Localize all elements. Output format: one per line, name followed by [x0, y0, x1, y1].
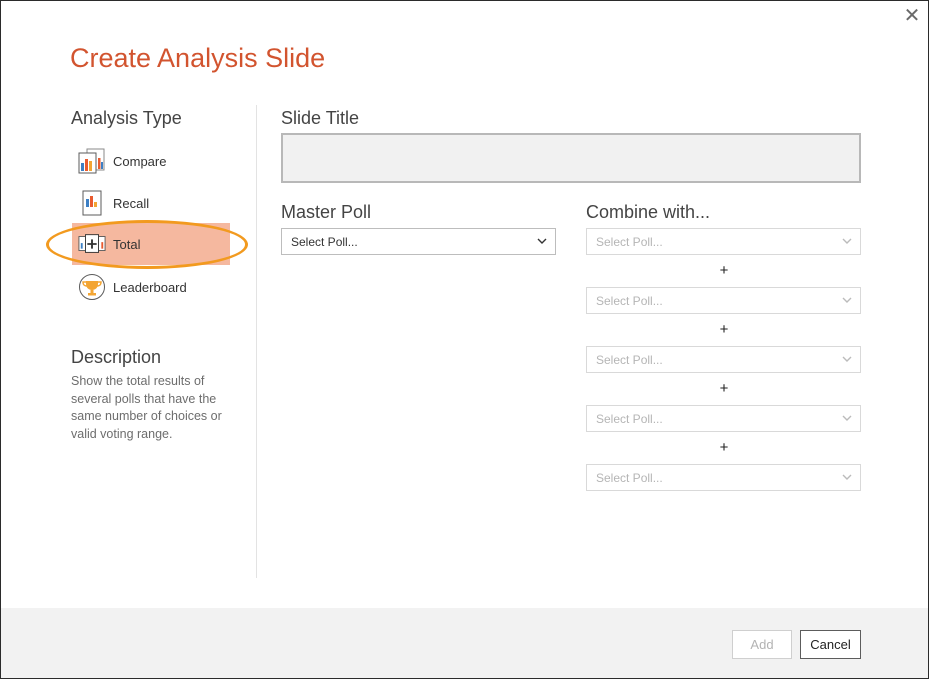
master-poll-value: Select Poll...	[291, 235, 358, 249]
compare-icon	[78, 147, 106, 175]
plus-sign: +	[719, 262, 729, 279]
description-heading: Description	[71, 347, 162, 367]
chevron-down-icon	[842, 353, 852, 368]
add-button[interactable]: Add	[732, 630, 792, 659]
chevron-down-icon	[842, 471, 852, 486]
analysis-type-leaderboard[interactable]: Leaderboard	[72, 267, 230, 307]
combine-poll-select-2[interactable]: Select Poll...	[586, 287, 861, 314]
chevron-down-icon	[842, 235, 852, 250]
analysis-type-compare[interactable]: Compare	[72, 141, 230, 181]
master-poll-select[interactable]: Select Poll...	[281, 228, 556, 255]
chevron-down-icon	[842, 412, 852, 427]
chevron-down-icon	[842, 294, 852, 309]
slide-title-input[interactable]	[281, 133, 861, 183]
recall-icon	[78, 189, 106, 217]
analysis-type-heading: Analysis Type	[71, 108, 182, 128]
chevron-down-icon	[537, 235, 547, 250]
dialog-title: Create Analysis Slide	[70, 43, 326, 73]
total-icon	[78, 230, 106, 258]
analysis-type-label: Leaderboard	[113, 279, 187, 295]
plus-sign: +	[719, 321, 729, 338]
trophy-icon	[78, 273, 106, 301]
combine-poll-value: Select Poll...	[596, 471, 663, 485]
combine-poll-value: Select Poll...	[596, 353, 663, 367]
plus-sign: +	[719, 439, 729, 456]
slide-title-label: Slide Title	[281, 108, 360, 128]
combine-with-label: Combine with...	[586, 202, 711, 222]
create-analysis-dialog: ✕ Create Analysis Slide Analysis Type Co…	[0, 0, 929, 679]
combine-poll-select-4[interactable]: Select Poll...	[586, 405, 861, 432]
combine-poll-select-3[interactable]: Select Poll...	[586, 346, 861, 373]
combine-poll-value: Select Poll...	[596, 235, 663, 249]
master-poll-label: Master Poll	[281, 202, 372, 222]
plus-sign: +	[719, 380, 729, 397]
analysis-type-label: Compare	[113, 153, 167, 169]
column-divider	[256, 105, 257, 578]
combine-poll-select-5[interactable]: Select Poll...	[586, 464, 861, 491]
cancel-button[interactable]: Cancel	[800, 630, 861, 659]
analysis-type-label: Recall	[113, 195, 150, 211]
combine-poll-value: Select Poll...	[596, 294, 663, 308]
description-text: Show the total results of several polls …	[71, 374, 222, 441]
combine-poll-select-1[interactable]: Select Poll...	[586, 228, 861, 255]
analysis-type-total[interactable]: Total	[72, 223, 230, 265]
combine-poll-value: Select Poll...	[596, 412, 663, 426]
analysis-type-recall[interactable]: Recall	[72, 183, 230, 223]
close-icon[interactable]: ✕	[901, 5, 923, 27]
analysis-type-label: Total	[113, 236, 141, 252]
